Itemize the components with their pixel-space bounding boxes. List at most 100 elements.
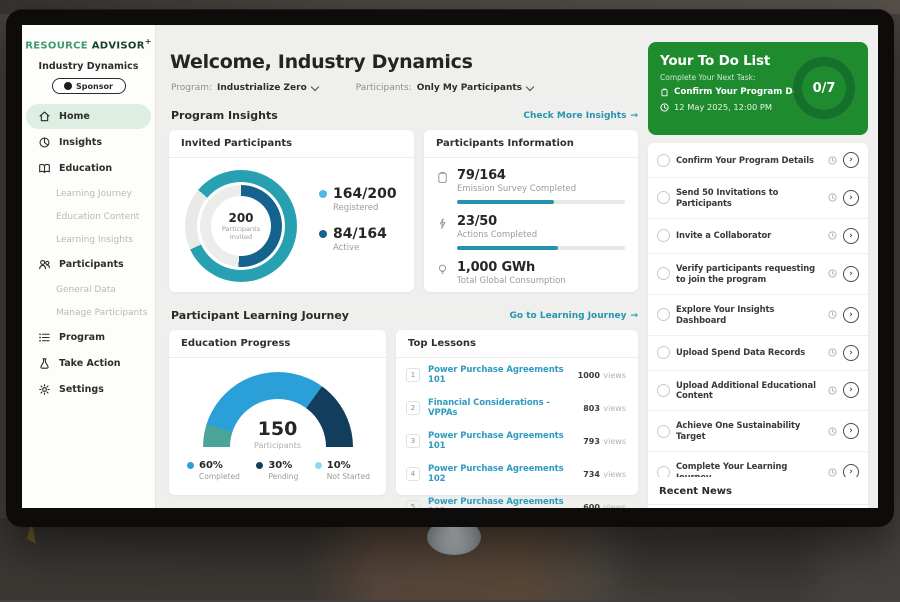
task-open-button[interactable]: ›	[843, 228, 859, 244]
lesson-row[interactable]: 5 Power Purchase Agreements 103 600 view…	[396, 490, 638, 508]
task-row[interactable]: Verify participants requesting to join t…	[648, 254, 868, 295]
task-row[interactable]: Upload Spend Data Records ›	[648, 336, 868, 371]
go-to-learning-journey-link[interactable]: Go to Learning Journey →	[510, 311, 638, 321]
settings-icon	[38, 383, 51, 396]
sidebar-nav: Home Insights Education Learning Journey…	[22, 104, 155, 402]
task-open-button[interactable]: ›	[843, 190, 859, 206]
clock-icon	[828, 427, 837, 436]
task-checkbox[interactable]	[657, 267, 670, 280]
task-row[interactable]: Invite a Collaborator ›	[648, 219, 868, 254]
clipboard-icon	[660, 88, 669, 97]
education-icon	[38, 162, 51, 175]
lesson-link[interactable]: Financial Considerations - VPPAs	[428, 398, 575, 418]
lesson-row[interactable]: 4 Power Purchase Agreements 102 734 view…	[396, 457, 638, 490]
sidebar-item-insights[interactable]: Insights	[26, 130, 151, 155]
stat-consumption: 1,000 GWh Total Global Consumption	[424, 250, 638, 286]
learning-journey-header: Participant Learning Journey Go to Learn…	[171, 309, 638, 322]
task-open-button[interactable]: ›	[843, 423, 859, 439]
lesson-row[interactable]: 1 Power Purchase Agreements 101 1000 vie…	[396, 358, 638, 391]
sidebar-item-education-content[interactable]: Education Content	[22, 205, 155, 228]
take-action-icon	[38, 357, 51, 370]
app-logo: RESOURCE ADVISOR+	[22, 37, 155, 51]
insights-icon	[38, 136, 51, 149]
sidebar-item-general-data[interactable]: General Data	[22, 278, 155, 301]
education-gauge-chart: 150 Participants	[203, 372, 353, 450]
lesson-row[interactable]: 3 Power Purchase Agreements 101 793 view…	[396, 424, 638, 457]
legend-dot	[315, 462, 322, 469]
todo-panel: Your To Do List Complete Your Next Task:…	[648, 25, 868, 508]
consumption-icon	[436, 263, 449, 276]
participants-icon	[38, 258, 51, 271]
program-select[interactable]: Program: Industrialize Zero	[171, 83, 318, 93]
sidebar-item-learning-insights[interactable]: Learning Insights	[22, 228, 155, 251]
legend-completed: 60% Completed	[187, 460, 240, 481]
clock-icon	[828, 156, 837, 165]
emission-progress-bar	[457, 200, 625, 204]
clock-icon	[828, 193, 837, 202]
gauge-legend: 60% Completed 30% Pending 10% Not Starte…	[169, 450, 386, 481]
sidebar-item-home[interactable]: Home	[26, 104, 151, 129]
sidebar-item-education[interactable]: Education	[26, 156, 151, 181]
sidebar-item-settings[interactable]: Settings	[26, 377, 151, 402]
lesson-row[interactable]: 2 Financial Considerations - VPPAs 803 v…	[396, 391, 638, 424]
task-open-button[interactable]: ›	[843, 307, 859, 323]
arrow-right-icon: →	[630, 311, 638, 321]
task-checkbox[interactable]	[657, 425, 670, 438]
check-more-insights-link[interactable]: Check More Insights →	[523, 111, 638, 121]
recent-news-card: Recent News	[648, 477, 868, 508]
task-open-button[interactable]: ›	[843, 382, 859, 398]
legend-registered: 164/200 Registered	[319, 186, 397, 213]
lesson-link[interactable]: Power Purchase Agreements 101	[428, 431, 575, 451]
task-checkbox[interactable]	[657, 346, 670, 359]
task-checkbox[interactable]	[657, 308, 670, 321]
home-icon	[38, 110, 51, 123]
task-row[interactable]: Confirm Your Program Details ›	[648, 143, 868, 178]
lesson-link[interactable]: Power Purchase Agreements 101	[428, 365, 570, 385]
task-row[interactable]: Send 50 Invitations to Participants ›	[648, 178, 868, 219]
task-checkbox[interactable]	[657, 154, 670, 167]
task-row[interactable]: Upload Additional Educational Content ›	[648, 371, 868, 412]
clock-icon	[828, 348, 837, 357]
org-name: Industry Dynamics	[22, 61, 155, 72]
task-checkbox[interactable]	[657, 191, 670, 204]
clock-icon	[828, 468, 837, 477]
sponsor-icon	[64, 82, 72, 90]
sidebar-item-take-action[interactable]: Take Action	[26, 351, 151, 376]
stat-emission-survey: 79/164 Emission Survey Completed	[424, 158, 638, 204]
legend-dot	[187, 462, 194, 469]
legend-dot	[319, 190, 327, 198]
participants-information-card: Participants Information 79/164 Emission…	[424, 130, 638, 292]
survey-icon	[436, 171, 449, 184]
participants-select[interactable]: Participants: Only My Participants	[356, 83, 533, 93]
legend-pending: 30% Pending	[256, 460, 298, 481]
task-row[interactable]: Achieve One Sustainability Target ›	[648, 411, 868, 452]
sidebar-item-manage-participants[interactable]: Manage Participants	[22, 301, 155, 324]
task-row[interactable]: Explore Your Insights Dashboard ›	[648, 295, 868, 336]
actions-progress-bar	[457, 246, 625, 250]
actions-icon	[436, 217, 449, 230]
clock-icon	[828, 386, 837, 395]
program-icon	[38, 331, 51, 344]
lesson-link[interactable]: Power Purchase Agreements 102	[428, 464, 575, 484]
screen: RESOURCE ADVISOR+ Industry Dynamics Spon…	[22, 25, 878, 508]
tasks-card: Confirm Your Program Details › Send 50 I…	[648, 143, 868, 508]
sponsor-badge: Sponsor	[52, 78, 126, 94]
background-shadow	[620, 522, 820, 602]
clock-icon	[660, 103, 669, 112]
sidebar-item-learning-journey[interactable]: Learning Journey	[22, 182, 155, 205]
task-open-button[interactable]: ›	[843, 345, 859, 361]
task-checkbox[interactable]	[657, 384, 670, 397]
clock-icon	[828, 310, 837, 319]
lesson-link[interactable]: Power Purchase Agreements 103	[428, 497, 575, 508]
legend-not-started: 10% Not Started	[315, 460, 370, 481]
task-checkbox[interactable]	[657, 229, 670, 242]
sidebar-item-participants[interactable]: Participants	[26, 252, 151, 277]
task-open-button[interactable]: ›	[843, 152, 859, 168]
sidebar-item-program[interactable]: Program	[26, 325, 151, 350]
main-content: Welcome, Industry Dynamics Program: Indu…	[155, 25, 648, 508]
legend-active: 84/164 Active	[319, 226, 397, 253]
clock-icon	[828, 269, 837, 278]
task-open-button[interactable]: ›	[843, 266, 859, 282]
chevron-down-icon	[311, 82, 319, 90]
monitor-bezel: RESOURCE ADVISOR+ Industry Dynamics Spon…	[6, 9, 894, 527]
